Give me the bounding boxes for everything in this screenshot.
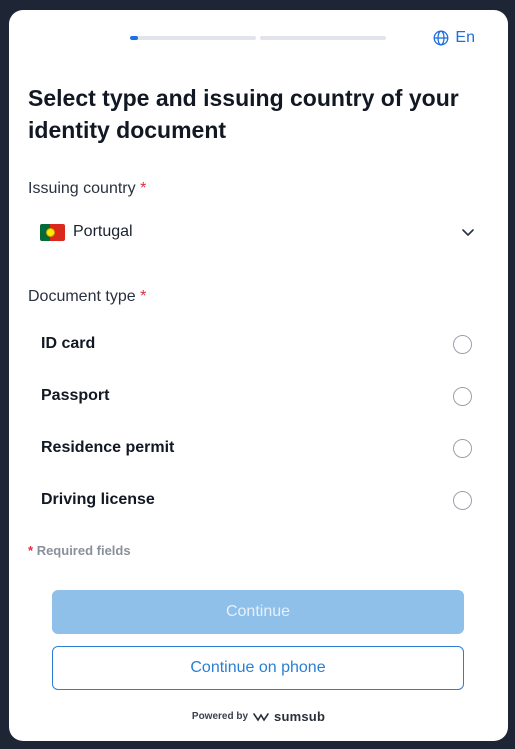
progress-bar <box>130 36 386 40</box>
document-type-list: ID card Passport Residence permit Drivin… <box>28 318 488 526</box>
required-mark: * <box>28 543 34 558</box>
doc-option-label: Passport <box>41 387 110 404</box>
verification-card: En Select type and issuing country of yo… <box>9 10 508 741</box>
required-fields-text: Required fields <box>36 543 131 558</box>
issuing-country-label: Issuing country * <box>28 180 146 198</box>
document-type-label-text: Document type <box>28 288 136 305</box>
continue-button[interactable]: Continue <box>52 590 464 634</box>
doc-option-label: Residence permit <box>41 439 175 456</box>
country-value: Portugal <box>73 223 133 240</box>
sumsub-brand: sumsub <box>274 709 326 724</box>
doc-option-label: ID card <box>41 335 96 352</box>
radio-button[interactable] <box>453 334 472 354</box>
doc-option-driving-license[interactable]: Driving license <box>28 474 488 526</box>
language-selector[interactable]: En <box>433 29 475 47</box>
powered-by-text: Powered by <box>191 711 249 722</box>
sumsub-logo-icon <box>253 712 269 721</box>
doc-option-passport[interactable]: Passport <box>28 370 488 422</box>
continue-on-phone-button[interactable]: Continue on phone <box>52 646 464 690</box>
required-fields-note: * Required fields <box>28 543 131 558</box>
chevron-down-icon[interactable] <box>460 224 476 240</box>
radio-button[interactable] <box>453 490 472 510</box>
powered-by-footer: Powered by sumsub <box>9 709 508 724</box>
document-type-label: Document type * <box>28 288 146 306</box>
portugal-flag-icon <box>40 223 65 241</box>
progress-fill <box>130 36 138 40</box>
doc-option-label: Driving license <box>41 491 155 508</box>
issuing-country-label-text: Issuing country <box>28 180 136 197</box>
doc-option-residence-permit[interactable]: Residence permit <box>28 422 488 474</box>
progress-step-1 <box>130 36 256 40</box>
progress-step-2 <box>260 36 386 40</box>
language-label: En <box>455 29 475 46</box>
country-select[interactable]: Portugal <box>28 212 488 252</box>
radio-button[interactable] <box>453 438 472 458</box>
radio-button[interactable] <box>453 386 472 406</box>
globe-icon <box>433 30 449 46</box>
required-mark: * <box>140 288 147 305</box>
required-mark: * <box>140 180 147 197</box>
page-title: Select type and issuing country of your … <box>28 85 459 143</box>
doc-option-id-card[interactable]: ID card <box>28 318 488 370</box>
